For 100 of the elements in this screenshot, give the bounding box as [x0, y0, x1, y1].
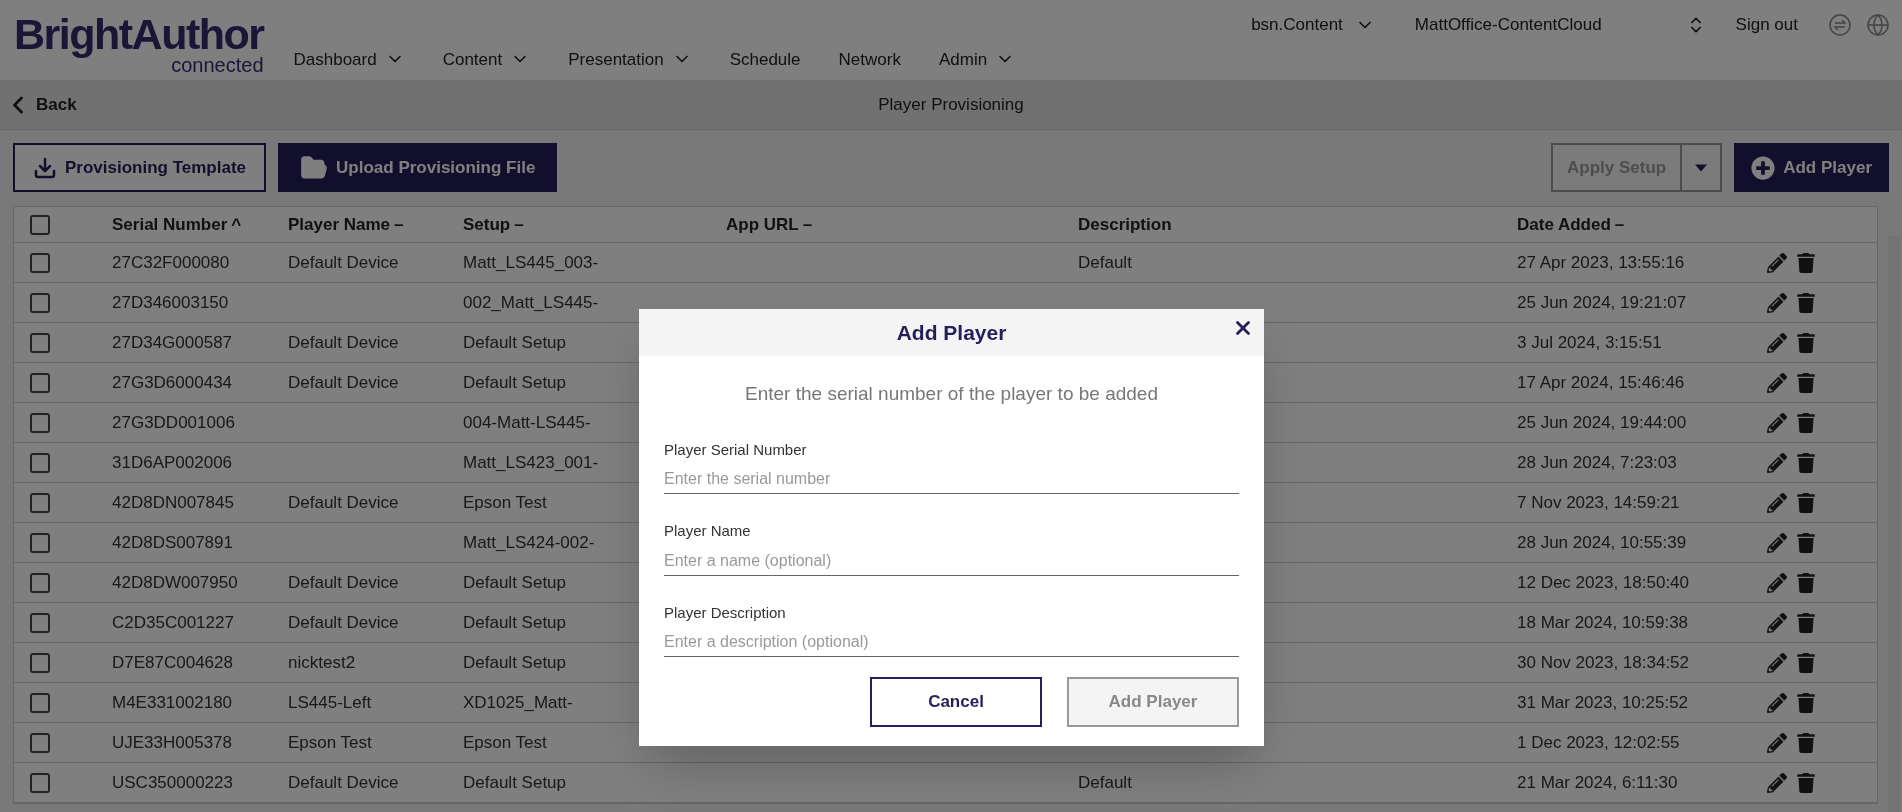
date-cell: 18 Mar 2024, 10:59:38 [1517, 612, 1689, 632]
date-cell: 3 Jul 2024, 3:15:51 [1517, 332, 1662, 352]
sort-indicator[interactable]: ^ [231, 211, 242, 238]
edit-icon[interactable] [1767, 532, 1787, 553]
setup-cell: Matt_LS445_003- [463, 252, 599, 272]
dialog-prompt: Enter the serial number of the player to be added [744, 382, 1159, 406]
edit-icon[interactable] [1767, 292, 1787, 313]
serial-cell: UJE33H005378 [112, 732, 233, 752]
checkbox[interactable] [30, 452, 50, 473]
checkbox[interactable] [30, 332, 50, 353]
date-cell: 7 Nov 2023, 14:59:21 [1517, 492, 1680, 512]
input-field[interactable]: Enter a description (optional) [664, 630, 1239, 657]
sort-indicator[interactable]: – [1614, 211, 1625, 238]
cancel-button[interactable]: Cancel [870, 677, 1042, 727]
upload-provisioning-button[interactable]: Upload Provisioning File [278, 143, 558, 192]
column-header[interactable]: App URL [726, 211, 799, 238]
checkbox[interactable] [30, 572, 50, 593]
delete-icon[interactable] [1797, 292, 1815, 313]
checkbox[interactable] [30, 652, 50, 673]
description-cell: Default [1078, 252, 1132, 272]
nav-menu[interactable]: Content [442, 46, 531, 72]
edit-icon[interactable] [1767, 252, 1787, 273]
nav-menu[interactable]: Dashboard [293, 46, 405, 72]
setup-cell: Default Setup [463, 572, 566, 592]
delete-icon[interactable] [1797, 732, 1815, 753]
checkbox[interactable] [30, 292, 50, 313]
download-icon [33, 155, 57, 180]
date-cell: 12 Dec 2023, 18:50:40 [1517, 572, 1690, 592]
player-name-cell: nicktest2 [288, 652, 356, 672]
delete-icon[interactable] [1797, 412, 1815, 433]
caret-icon [1695, 163, 1708, 172]
edit-icon[interactable] [1767, 692, 1787, 713]
player-name-cell: LS445-Left [288, 692, 372, 712]
edit-icon[interactable] [1767, 612, 1787, 633]
field-label: Player Description [664, 602, 787, 623]
edit-icon[interactable] [1767, 332, 1787, 353]
date-cell: 30 Nov 2023, 18:34:52 [1517, 652, 1690, 672]
sort-indicator[interactable]: – [394, 211, 404, 238]
nav-menu[interactable]: Network [838, 46, 901, 72]
add-player-button[interactable]: Add Player [1734, 143, 1889, 192]
delete-icon[interactable] [1797, 772, 1815, 793]
input-field[interactable]: Enter the serial number [664, 467, 1239, 494]
edit-icon[interactable] [1767, 412, 1787, 433]
sort-indicator[interactable]: – [514, 211, 524, 238]
delete-icon[interactable] [1797, 612, 1815, 633]
column-header[interactable]: Serial Number [112, 211, 228, 238]
nav-menu[interactable]: Schedule [729, 46, 801, 72]
date-cell: 27 Apr 2023, 13:55:16 [1517, 252, 1685, 272]
column-header[interactable]: Description [1078, 211, 1172, 238]
back-button[interactable]: Back [0, 90, 120, 119]
player-name-cell: Default Device [288, 612, 399, 632]
checkbox[interactable] [30, 214, 50, 235]
delete-icon[interactable] [1797, 572, 1815, 593]
delete-icon[interactable] [1797, 532, 1815, 553]
serial-cell: 31D6AP002006 [112, 452, 233, 472]
player-name-cell: Epson Test [288, 732, 372, 752]
nav-menu[interactable]: Admin [938, 46, 1016, 72]
checkbox[interactable] [30, 692, 50, 713]
checkbox[interactable] [30, 612, 50, 633]
delete-icon[interactable] [1797, 492, 1815, 513]
input-field[interactable]: Enter a name (optional) [664, 548, 1239, 576]
column-header[interactable]: Date Added [1517, 211, 1611, 238]
provisioning-template-button[interactable]: Provisioning Template [13, 143, 267, 192]
sign-out-link[interactable]: Sign out [1735, 12, 1798, 38]
checkbox[interactable] [30, 732, 50, 753]
field-label: Player Serial Number [664, 439, 808, 460]
checkbox[interactable] [30, 372, 50, 393]
checkbox[interactable] [30, 412, 50, 433]
globe-icon[interactable] [1866, 12, 1890, 37]
date-cell: 25 Jun 2024, 19:21:07 [1517, 292, 1687, 312]
edit-icon[interactable] [1767, 772, 1787, 793]
edit-icon[interactable] [1767, 492, 1787, 513]
player-name-cell: Default Device [288, 252, 399, 272]
setup-cell: Epson Test [463, 492, 547, 512]
nav-menu[interactable]: Presentation [568, 46, 692, 72]
setup-cell: Matt_LS423_001- [463, 452, 599, 472]
edit-icon[interactable] [1767, 572, 1787, 593]
edit-icon[interactable] [1767, 732, 1787, 753]
edit-icon[interactable] [1767, 452, 1787, 473]
sort-indicator[interactable]: – [802, 211, 813, 238]
column-header[interactable]: Setup [463, 211, 511, 238]
checkbox[interactable] [30, 492, 50, 513]
delete-icon[interactable] [1797, 652, 1815, 673]
column-header[interactable]: Player Name [288, 211, 391, 238]
delete-icon[interactable] [1797, 692, 1815, 713]
checkbox[interactable] [30, 532, 50, 553]
serial-cell: 42D8DW007950 [112, 572, 238, 592]
edit-icon[interactable] [1767, 372, 1787, 393]
delete-icon[interactable] [1797, 452, 1815, 473]
exchange-icon[interactable] [1828, 12, 1852, 37]
delete-icon[interactable] [1797, 372, 1815, 393]
player-name-cell: Default Device [288, 772, 399, 792]
serial-cell: M4E331002180 [112, 692, 233, 712]
delete-icon[interactable] [1797, 332, 1815, 353]
delete-icon[interactable] [1797, 252, 1815, 273]
checkbox[interactable] [30, 772, 50, 793]
setup-cell: Epson Test [463, 732, 547, 752]
content-menu[interactable]: bsn.Content [1251, 12, 1375, 38]
edit-icon[interactable] [1767, 652, 1787, 673]
checkbox[interactable] [30, 252, 50, 273]
